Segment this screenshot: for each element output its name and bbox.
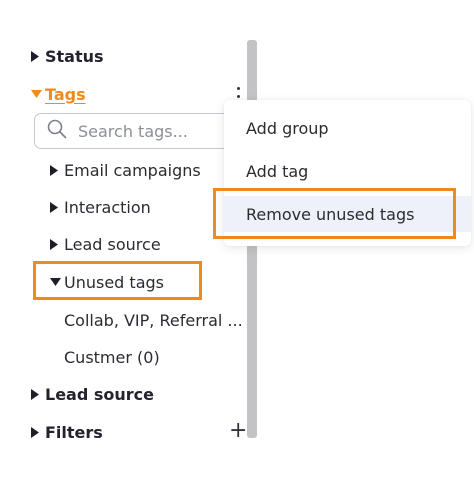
tree-item-label: Tags (45, 84, 86, 104)
menu-item-label: Add group (246, 118, 329, 138)
search-tags-field[interactable] (34, 113, 254, 149)
tree-item-label: Status (45, 46, 104, 66)
tree-item-label: Lead source (64, 234, 161, 254)
search-icon (47, 119, 67, 143)
tree-item-email-campaigns[interactable]: Email campaigns (50, 155, 201, 185)
tag-item-label: Custmer (0) (64, 347, 160, 367)
tree-item-interaction[interactable]: Interaction (50, 192, 151, 222)
tree-item-lead-source-group[interactable]: Lead source (50, 229, 161, 259)
caret-right-icon (31, 426, 45, 438)
menu-item-add-tag[interactable]: Add tag (224, 153, 471, 189)
tree-item-label: Lead source (45, 384, 154, 404)
caret-right-icon (50, 238, 64, 250)
caret-right-icon (31, 388, 45, 400)
caret-down-icon (31, 90, 45, 98)
menu-item-label: Remove unused tags (246, 204, 415, 224)
tag-item-custmer[interactable]: Custmer (0) (64, 342, 160, 372)
caret-down-icon (50, 278, 64, 286)
search-input[interactable] (76, 120, 230, 142)
tree-item-label: Interaction (64, 197, 151, 217)
caret-right-icon (50, 164, 64, 176)
context-menu: Add group Add tag Remove unused tags (224, 100, 471, 246)
tree-item-tags[interactable]: Tags (31, 79, 86, 109)
caret-right-icon (50, 201, 64, 213)
tree-item-unused-tags[interactable]: Unused tags (50, 267, 164, 297)
tree-item-label: Filters (45, 422, 103, 442)
tag-item-label: Collab, VIP, Referral ... (64, 310, 243, 330)
tree-item-label: Email campaigns (64, 160, 201, 180)
menu-item-remove-unused-tags[interactable]: Remove unused tags (224, 196, 471, 232)
tag-item-collab-vip-referral[interactable]: Collab, VIP, Referral ... (64, 305, 243, 335)
menu-item-label: Add tag (246, 161, 309, 181)
plus-icon[interactable]: + (229, 420, 247, 442)
tree-item-lead-source[interactable]: Lead source (31, 379, 154, 409)
caret-right-icon (31, 50, 45, 62)
menu-item-add-group[interactable]: Add group (224, 110, 471, 146)
tree-item-label: Unused tags (64, 272, 164, 292)
tags-panel: Status Tags Email campaigns Interac (0, 0, 474, 484)
tree-item-filters[interactable]: Filters (31, 417, 103, 447)
tree-item-status[interactable]: Status (31, 41, 104, 71)
